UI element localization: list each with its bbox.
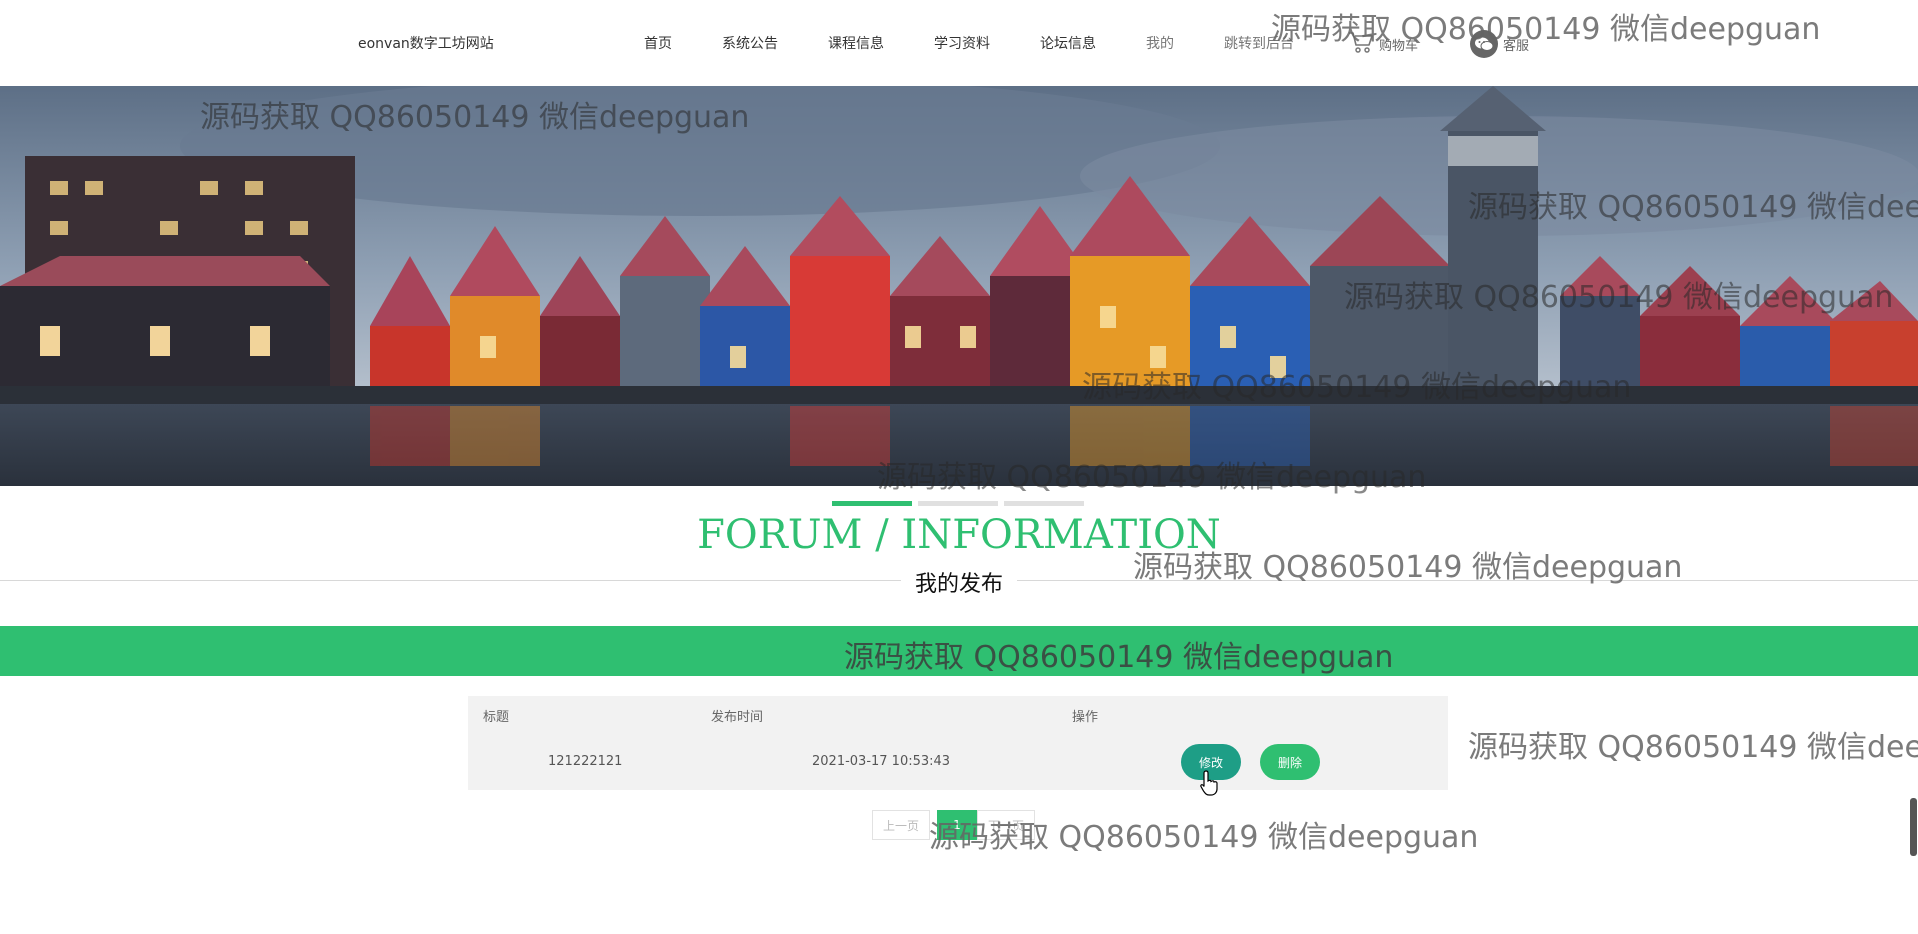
- banner-image: [0, 86, 1918, 486]
- column-header-title: 标题: [483, 710, 510, 725]
- top-header: eonvan数字工坊网站 首页 系统公告 课程信息 学习资料 论坛信息 我的 跳…: [0, 0, 1918, 86]
- section-title-cn-wrap: 我的发布: [0, 566, 1918, 598]
- nav-mine[interactable]: 我的: [1146, 33, 1174, 53]
- delete-button[interactable]: 删除: [1260, 744, 1321, 780]
- nav-admin[interactable]: 跳转到后台: [1224, 33, 1294, 53]
- post-time-cell: 2021-03-17 10:53:43: [812, 754, 951, 769]
- cart-icon: [1348, 30, 1374, 58]
- nav-courses[interactable]: 课程信息: [828, 33, 884, 53]
- carousel-dot-1[interactable]: [832, 501, 912, 506]
- nav-forum[interactable]: 论坛信息: [1040, 33, 1096, 53]
- nav-materials[interactable]: 学习资料: [934, 33, 990, 53]
- scrollbar-thumb[interactable]: [1910, 798, 1917, 856]
- hand-cursor-icon: [1200, 770, 1220, 800]
- column-header-time: 发布时间: [711, 710, 764, 725]
- nav-announcements[interactable]: 系统公告: [722, 33, 778, 53]
- section-title-cn: 我的发布: [900, 566, 1017, 598]
- banner-carousel[interactable]: [0, 86, 1918, 486]
- green-banner-bar: [0, 626, 1918, 676]
- post-title-cell: 121222121: [548, 754, 623, 769]
- nav-service[interactable]: 客服: [1470, 30, 1529, 58]
- site-title[interactable]: eonvan数字工坊网站: [358, 33, 494, 53]
- section-title-en: FORUM / INFORMATION: [697, 512, 1221, 558]
- next-page-button[interactable]: 下一页: [977, 810, 1036, 840]
- prev-page-button[interactable]: 上一页: [872, 810, 931, 840]
- nav-home[interactable]: 首页: [644, 33, 672, 53]
- carousel-dot-2[interactable]: [918, 501, 998, 506]
- my-posts-table: 标题 发布时间 操作 121222121 2021-03-17 10:53:43…: [468, 696, 1448, 790]
- watermark-text: 源码获取 QQ86050149 微信deepguan: [1468, 730, 1918, 765]
- cart-label: 购物车: [1379, 38, 1419, 54]
- nav-cart[interactable]: 购物车: [1348, 30, 1418, 58]
- carousel-dot-3[interactable]: [1004, 501, 1084, 506]
- wechat-icon: [1470, 30, 1498, 58]
- current-page-button[interactable]: 1: [937, 810, 977, 840]
- service-label: 客服: [1503, 38, 1530, 54]
- column-header-actions: 操作: [1072, 710, 1099, 725]
- carousel-indicators: [832, 501, 1084, 506]
